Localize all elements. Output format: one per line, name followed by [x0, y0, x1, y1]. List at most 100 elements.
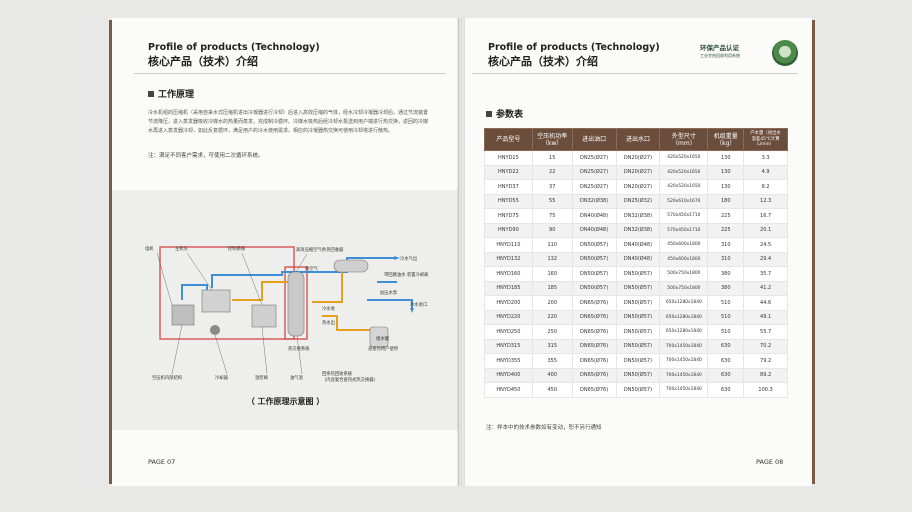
cell-weight: 630 — [707, 338, 745, 354]
cell-weight: 630 — [707, 353, 745, 369]
label-thermostat: 温控阀 — [255, 374, 268, 381]
cell-oil-port: DN65(Ø76) — [571, 338, 617, 354]
cell-power: 37 — [531, 179, 573, 195]
left-header-divider — [134, 73, 446, 74]
table-row: HNYD450 450 DN65(Ø76) DN50(Ø57) 700x1450x184… — [484, 382, 788, 398]
cell-dimensions: 700x1450x1840 — [659, 382, 709, 398]
cell-water-port: DN25(Ø32) — [615, 193, 661, 209]
cell-model: HNYD90 — [484, 222, 533, 238]
cell-model: HNYD110 — [484, 237, 533, 253]
cell-water-output: 16.7 — [743, 208, 788, 224]
table-row: HNYD37 37 DN25(Ø27) DN20(Ø27) 420x520x1650 13… — [484, 179, 788, 195]
cell-power: 220 — [531, 309, 573, 325]
cell-oil-port: DN65(Ø76) — [571, 382, 617, 398]
cell-water-port: DN20(Ø27) — [615, 164, 661, 180]
label-recovery-note: （内含复合直热式热交换器） — [322, 376, 378, 383]
right-page: Profile of products (Technology) 核心产品（技术… — [462, 18, 812, 486]
col-header-weight: 机组重量 （kg） — [707, 128, 745, 151]
cell-water-output: 24.5 — [743, 237, 788, 253]
table-row: HNYD15 15 DN25(Ø27) DN20(Ø27) 420x520x1650 13… — [484, 150, 788, 166]
badge-title: 环保产品认证 — [700, 44, 739, 52]
thermostat-shape — [210, 325, 220, 335]
cell-water-port: DN20(Ø27) — [615, 150, 661, 166]
hot-pipe-2 — [312, 269, 357, 303]
cell-model: HNYD132 — [484, 251, 533, 267]
cell-power: 250 — [531, 324, 573, 340]
cell-water-port: DN50(Ø57) — [615, 324, 661, 340]
cell-water-output: 44.6 — [743, 295, 788, 311]
table-row: HNYD315 315 DN65(Ø76) DN50(Ø57) 700x1450x184… — [484, 338, 788, 354]
cell-model: HNYD250 — [484, 324, 533, 340]
cell-oil-port: DN25(Ø27) — [571, 179, 617, 195]
left-section-title: 工作原理 — [158, 90, 195, 100]
label-hot-air: 热空气 — [305, 265, 319, 272]
cell-dimensions: 650x1280x1840 — [659, 324, 709, 340]
cell-power: 90 — [531, 222, 573, 238]
cell-dimensions: 420x520x1650 — [659, 164, 709, 180]
cell-power: 400 — [531, 367, 573, 383]
cell-oil-port: DN40(Ø48) — [571, 222, 617, 238]
spine-shadow — [457, 18, 465, 486]
diagram-caption: （ 工作原理示意图 ） — [246, 397, 325, 406]
cell-dimensions: 500x750x1800 — [659, 280, 709, 296]
table-row: HNYD90 90 DN40(Ø48) DN32(Ø38) 570x450x1710 22… — [484, 222, 788, 238]
table-row: HNYD110 110 DN50(Ø57) DN40(Ø48) 450x600x1800… — [484, 237, 788, 253]
cell-water-port: DN50(Ø57) — [615, 266, 661, 282]
table-row: HNYD220 220 DN65(Ø76) DN50(Ø57) 650x1280x184… — [484, 309, 788, 325]
table-row: HNYD75 75 DN40(Ø48) DN32(Ø38) 570x450x1710 22… — [484, 208, 788, 224]
heat-exchanger-shape — [333, 259, 369, 273]
cell-model: HNYD37 — [484, 179, 533, 195]
col-header-model: 产品型号 — [484, 128, 533, 151]
cell-water-output: 3.3 — [743, 150, 788, 166]
cell-weight: 310 — [707, 237, 745, 253]
brochure-spread: Profile of products (Technology) 核心产品（技术… — [109, 18, 815, 488]
cell-water-port: DN20(Ø27) — [615, 179, 661, 195]
cell-water-output: 12.3 — [743, 193, 788, 209]
col-header-oil-port: 进出油口 — [571, 128, 617, 151]
label-compressor-struct: 空压机内部结构 — [152, 374, 183, 381]
cell-water-output: 4.9 — [743, 164, 788, 180]
cell-oil-port: DN32(Ø38) — [571, 193, 617, 209]
cell-water-port: DN40(Ø48) — [615, 251, 661, 267]
cell-water-output: 49.1 — [743, 309, 788, 325]
badge-subtitle: 工业余热回收利用系统 — [700, 53, 740, 58]
cell-weight: 180 — [707, 193, 745, 209]
parameter-table: 产品型号 空压机功率 （kw） 进出油口 进出水口 外型尺寸 （mm） 机组重量 （k… — [484, 128, 788, 398]
left-note: 注：满足不同客户需求，可使用二次循环系统。 — [148, 153, 264, 159]
cell-model: HNYD22 — [484, 164, 533, 180]
table-row: HNYD185 185 DN50(Ø57) DN50(Ø57) 500x750x1800… — [484, 280, 788, 296]
cell-dimensions: 520x610x1670 — [659, 193, 709, 209]
cell-power: 160 — [531, 266, 573, 282]
cell-oil-port: DN50(Ø57) — [571, 237, 617, 253]
cell-water-output: 35.7 — [743, 266, 788, 282]
cell-water-port: DN32(Ø38) — [615, 222, 661, 238]
label-hot-oil-out: 油气温 — [290, 374, 304, 381]
right-page-number: PAGE 08 — [756, 458, 784, 466]
cell-water-port: DN50(Ø57) — [615, 367, 661, 383]
cell-weight: 130 — [707, 179, 745, 195]
cell-water-port: DN40(Ø48) — [615, 237, 661, 253]
cell-water-port: DN50(Ø57) — [615, 295, 661, 311]
label-cooler: 冷却器 — [215, 374, 229, 381]
table-header-row: 产品型号 空压机功率 （kw） 进出油口 进出水口 外型尺寸 （mm） 机组重量 （k… — [484, 128, 788, 151]
cell-dimensions: 420x520x1650 — [659, 179, 709, 195]
cell-power: 315 — [531, 338, 573, 354]
cell-model: HNYD355 — [484, 353, 533, 369]
cell-water-output: 70.2 — [743, 338, 788, 354]
label-cold-water-out: 冷水气出 — [400, 255, 417, 262]
eco-certification-badge: 环保产品认证 工业余热回收利用系统 — [700, 40, 800, 70]
col-header-dimensions: 外型尺寸 （mm） — [659, 128, 709, 151]
label-water-tank: 储水罐 — [376, 335, 390, 342]
right-section-heading: 参数表 — [486, 107, 523, 120]
cell-dimensions: 700x1450x1840 — [659, 353, 709, 369]
cell-water-output: 55.7 — [743, 324, 788, 340]
label-direct-user: 直接热用户使用 — [368, 345, 398, 352]
table-note: 注：样本中的技术参数如有变动，恕不另行通知 — [486, 425, 602, 431]
cell-weight: 130 — [707, 164, 745, 180]
right-title-cn: 核心产品（技术）介绍 — [488, 55, 598, 68]
label-control-system: 控制系统 — [228, 245, 246, 252]
cell-dimensions: 570x450x1710 — [659, 208, 709, 224]
table-row: HNYD200 200 DN65(Ø76) DN50(Ø57) 650x1280x184… — [484, 295, 788, 311]
table-row: HNYD400 400 DN65(Ø76) DN50(Ø57) 700x1450x184… — [484, 367, 788, 383]
label-recovery-system: 回余热回收系统 — [322, 370, 353, 377]
